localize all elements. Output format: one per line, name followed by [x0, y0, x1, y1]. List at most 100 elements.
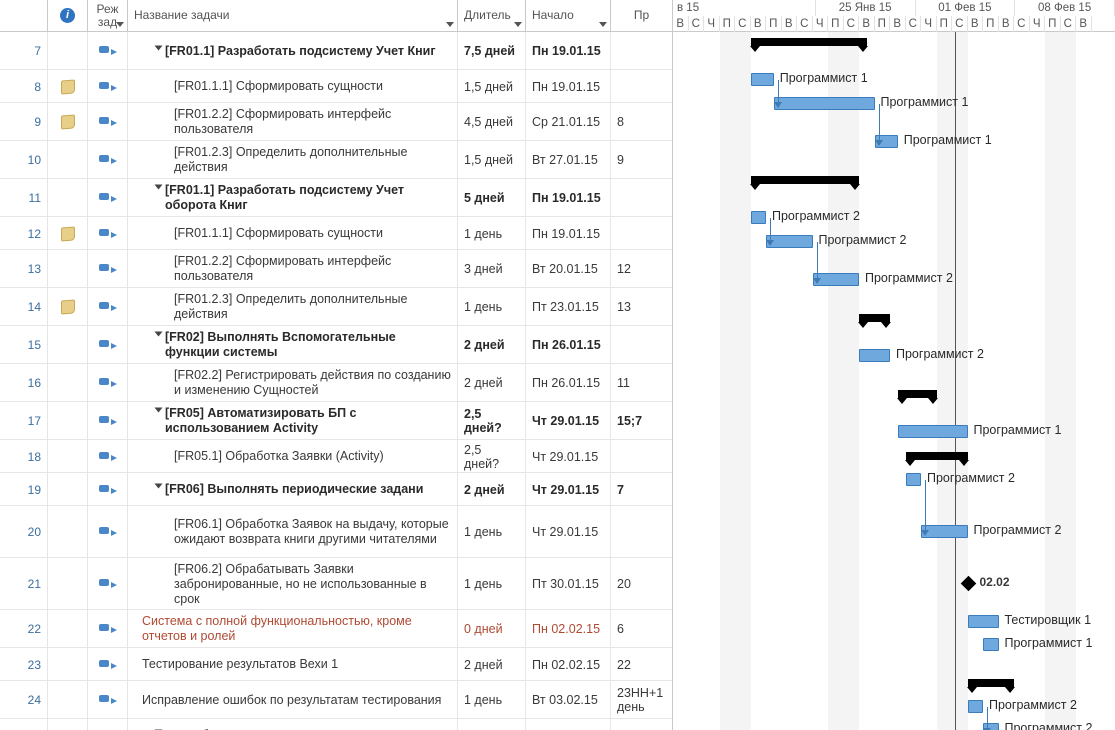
cell-duration[interactable]: 0 дней [458, 610, 526, 648]
cell-id[interactable]: 8 [0, 70, 48, 103]
cell-name[interactable]: [FR01.1.1] Сформировать сущности [128, 217, 458, 250]
task-bar[interactable] [751, 211, 767, 224]
cell-info[interactable] [48, 326, 88, 364]
cell-predecessors[interactable]: 13 [611, 288, 673, 326]
cell-mode[interactable] [88, 719, 128, 730]
cell-predecessors[interactable]: 11 [611, 364, 673, 402]
cell-duration[interactable]: 2 дней [458, 648, 526, 681]
cell-predecessors[interactable]: 9 [611, 141, 673, 179]
cell-predecessors[interactable]: 22 [611, 648, 673, 681]
cell-duration[interactable]: 4,5 дней [458, 103, 526, 141]
gantt-row[interactable]: Программист 2 [673, 232, 1115, 270]
cell-mode[interactable] [88, 440, 128, 473]
cell-id[interactable]: 7 [0, 32, 48, 70]
cell-id[interactable]: 24 [0, 681, 48, 719]
cell-duration[interactable]: 2,5 дней? [458, 402, 526, 440]
cell-info[interactable] [48, 288, 88, 326]
gantt-row[interactable] [673, 308, 1115, 346]
cell-start[interactable]: Вт 20.01.15 [526, 250, 611, 288]
cell-start[interactable]: Ср 21.01.15 [526, 103, 611, 141]
cell-start[interactable]: Чт 29.01.15 [526, 473, 611, 506]
table-row[interactable]: 20[FR06.1] Обработка Заявок на выдачу, к… [0, 506, 672, 558]
table-row[interactable]: 19[FR06] Выполнять периодические задани2… [0, 473, 672, 506]
cell-predecessors[interactable]: 20 [611, 558, 673, 610]
cell-duration[interactable]: 2 дней [458, 364, 526, 402]
cell-duration[interactable]: 3 дней [458, 250, 526, 288]
cell-predecessors[interactable]: 12 [611, 250, 673, 288]
gantt-body[interactable]: Программист 1 Программист 1 Программист 1 П… [673, 32, 1115, 730]
cell-predecessors[interactable]: 6 [611, 610, 673, 648]
cell-duration[interactable]: 2,5 дней? [458, 440, 526, 473]
cell-duration[interactable]: 2 дней [458, 326, 526, 364]
cell-predecessors[interactable] [611, 217, 673, 250]
cell-mode[interactable] [88, 70, 128, 103]
cell-duration[interactable]: 1 день [458, 558, 526, 610]
cell-id[interactable]: 14 [0, 288, 48, 326]
cell-duration[interactable]: 1 день [458, 681, 526, 719]
gantt-row[interactable]: Программист 1 [673, 635, 1115, 673]
cell-name[interactable]: [FR06] Выполнять периодические задани [128, 473, 458, 506]
cell-predecessors[interactable]: 8 [611, 103, 673, 141]
cell-mode[interactable] [88, 141, 128, 179]
collapse-icon[interactable] [155, 185, 163, 190]
gantt-row[interactable] [673, 170, 1115, 208]
gantt-row[interactable]: Программист 2 [673, 697, 1115, 720]
cell-name[interactable]: [FR06.2] Обрабатывать Заявки забронирова… [128, 558, 458, 610]
cell-start[interactable]: Вт 27.01.15 [526, 141, 611, 179]
table-row[interactable]: 14 [FR01.2.3] Определить дополнительные д… [0, 288, 672, 326]
cell-info[interactable] [48, 558, 88, 610]
cell-info[interactable] [48, 610, 88, 648]
cell-mode[interactable] [88, 402, 128, 440]
col-header-id[interactable] [0, 0, 48, 32]
summary-bar[interactable] [751, 38, 867, 46]
col-header-start[interactable]: Начало [526, 0, 611, 32]
cell-start[interactable]: Пт 23.01.15 [526, 288, 611, 326]
cell-mode[interactable] [88, 326, 128, 364]
cell-info[interactable] [48, 141, 88, 179]
col-header-predecessors[interactable]: Пр [611, 0, 673, 32]
cell-name[interactable]: Исправление ошибок по результатам тестир… [128, 681, 458, 719]
table-row[interactable]: 15[FR02] Выполнять Вспомогательные функц… [0, 326, 672, 364]
cell-start[interactable]: Пн 02.02.15 [526, 610, 611, 648]
gantt-row[interactable]: Программист 2 [673, 346, 1115, 384]
table-row[interactable]: 7[FR01.1] Разработать подсистему Учет Кн… [0, 32, 672, 70]
cell-predecessors[interactable]: 23НН+1 день [611, 681, 673, 719]
cell-info[interactable] [48, 719, 88, 730]
cell-name[interactable]: Система с полной функциональностью, кром… [128, 610, 458, 648]
cell-start[interactable]: Пн 19.01.15 [526, 70, 611, 103]
cell-start[interactable]: Чт 29.01.15 [526, 402, 611, 440]
table-row[interactable]: 13[FR01.2.2] Сформировать интерфейс поль… [0, 250, 672, 288]
cell-mode[interactable] [88, 681, 128, 719]
cell-id[interactable]: 12 [0, 217, 48, 250]
task-bar[interactable] [859, 349, 890, 362]
cell-name[interactable]: Тестирование результатов Вехи 1 [128, 648, 458, 681]
cell-predecessors[interactable] [611, 326, 673, 364]
cell-info[interactable] [48, 681, 88, 719]
cell-name[interactable]: [FR06.1] Обработка Заявок на выдачу, кот… [128, 506, 458, 558]
cell-info[interactable] [48, 179, 88, 217]
col-header-info[interactable]: i [48, 0, 88, 32]
task-bar[interactable] [898, 425, 968, 438]
cell-start[interactable]: Пн 02.02.15 [526, 648, 611, 681]
gantt-row[interactable]: Программист 2 [673, 522, 1115, 574]
cell-start[interactable]: Пт 30.01.15 [526, 558, 611, 610]
cell-name[interactable]: [FR01.2.2] Сформировать интерфейс пользо… [128, 103, 458, 141]
cell-name[interactable]: [FR02.2] Регистрировать действия по созд… [128, 364, 458, 402]
gantt-row[interactable]: Программист 1 [673, 132, 1115, 170]
cell-predecessors[interactable] [611, 440, 673, 473]
table-row[interactable]: 12[FR01.1.1] Сформировать сущности1 день… [0, 217, 672, 250]
gantt-row[interactable]: Программист 1 [673, 422, 1115, 446]
table-row[interactable]: 25Разработка отчетов3 днейПн 02.02.1522 [0, 719, 672, 730]
gantt-row[interactable]: Программист 2 [673, 208, 1115, 232]
cell-info[interactable] [48, 440, 88, 473]
cell-mode[interactable] [88, 610, 128, 648]
cell-name[interactable]: [FR01.1] Разработать подсистему Учет обо… [128, 179, 458, 217]
table-row[interactable]: 16[FR02.2] Регистрировать действия по со… [0, 364, 672, 402]
cell-duration[interactable]: 2 дней [458, 473, 526, 506]
cell-name[interactable]: [FR01.2.3] Определить дополнительные дей… [128, 288, 458, 326]
summary-bar[interactable] [751, 176, 860, 184]
cell-mode[interactable] [88, 473, 128, 506]
task-bar[interactable] [968, 615, 999, 628]
gantt-row[interactable] [673, 673, 1115, 697]
cell-id[interactable]: 9 [0, 103, 48, 141]
